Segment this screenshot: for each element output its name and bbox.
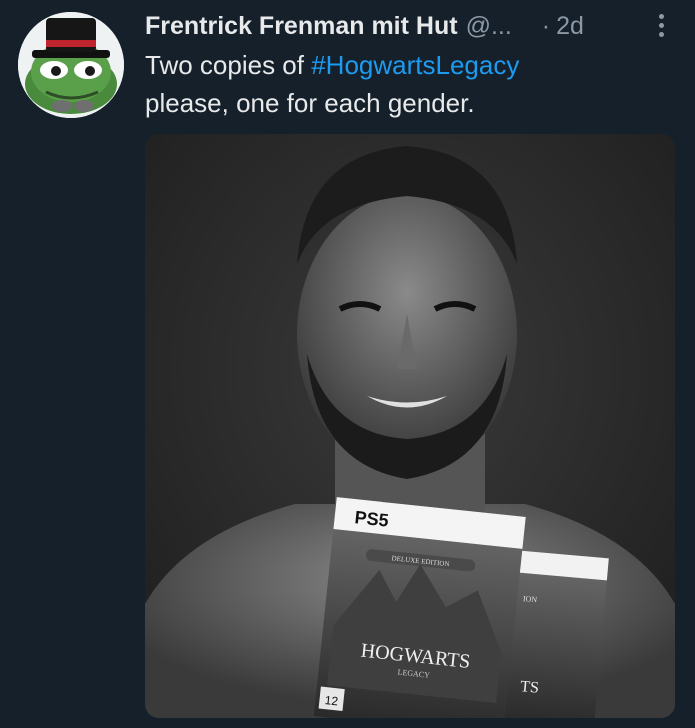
hashtag-link[interactable]: #HogwartsLegacy	[311, 50, 519, 80]
tweet-timestamp[interactable]: 2d	[556, 12, 584, 41]
tweet-text-before: Two copies of	[145, 50, 312, 80]
author-name[interactable]: Frentrick Frenman mit Hut	[145, 12, 458, 41]
author-avatar[interactable]	[18, 12, 124, 118]
secondary-title-fragment: TS	[520, 678, 540, 697]
author-handle[interactable]: @...	[466, 12, 512, 41]
tweet-header: Frentrick Frenman mit Hut @... · 2d	[145, 8, 675, 44]
tweet-text: Two copies of #HogwartsLegacy please, on…	[145, 46, 665, 122]
separator-dot: ·	[541, 11, 551, 40]
tweet: Frentrick Frenman mit Hut @... · 2d Two …	[0, 0, 695, 728]
tweet-media-image[interactable]: ION TS PS5 DELUXE EDITION HOGWARTS LEGAC…	[145, 134, 675, 718]
secondary-edition-fragment: ION	[523, 594, 538, 604]
game-box-main: PS5 DELUXE EDITION HOGWARTS LEGACY 12	[313, 497, 526, 718]
age-rating: 12	[324, 693, 339, 708]
avatar-image	[18, 12, 124, 118]
meme-photo: ION TS PS5 DELUXE EDITION HOGWARTS LEGAC…	[145, 134, 675, 718]
playstation-logo-icon: PS5	[354, 507, 390, 530]
tweet-text-after: please, one for each gender.	[145, 88, 475, 118]
more-vertical-icon[interactable]	[651, 10, 671, 42]
